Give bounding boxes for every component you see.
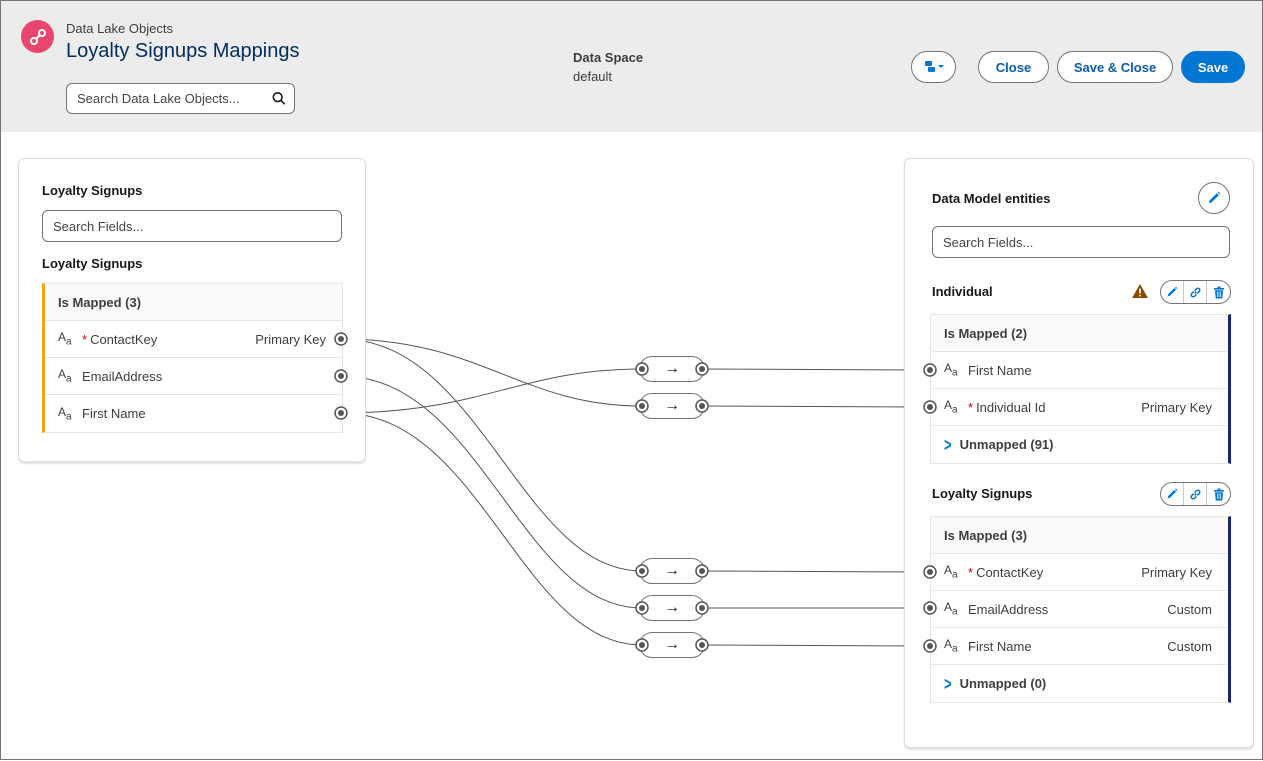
pencil-icon <box>1167 488 1178 499</box>
edit-entity-button[interactable] <box>1161 281 1184 303</box>
text-type-icon: Aa <box>944 398 958 416</box>
unmapped-label: Unmapped (0) <box>959 676 1047 691</box>
target-panel-title: Data Model entities <box>932 191 1051 206</box>
text-type-icon: Aa <box>944 563 958 581</box>
field-name: First Name <box>968 362 1032 378</box>
target-search-input[interactable] <box>941 233 1221 251</box>
link-icon <box>1190 287 1200 297</box>
field-key-tag: Custom <box>1167 638 1212 654</box>
loyalty-signups-actions <box>1160 482 1231 506</box>
delete-entity-button[interactable] <box>1207 281 1230 303</box>
individual-unmapped-toggle[interactable]: > Unmapped (91) <box>931 426 1228 463</box>
unmapped-label: Unmapped (91) <box>959 437 1054 452</box>
pencil-icon <box>1167 286 1178 297</box>
loyalty-signups-field-list: Is Mapped (3) Aa * ContactKey Primary Ke… <box>930 516 1231 703</box>
individual-mapped-header: Is Mapped (2) <box>931 315 1228 352</box>
field-name: First Name <box>968 638 1032 654</box>
trash-icon <box>1213 488 1224 500</box>
target-panel: Data Model entities Individual Is Mapped… <box>904 158 1254 748</box>
chevron-right-icon: > <box>944 434 952 455</box>
loyalty-signups-unmapped-toggle[interactable]: > Unmapped (0) <box>931 665 1228 702</box>
field-key-tag: Primary Key <box>1141 564 1212 580</box>
individual-actions <box>1160 280 1231 304</box>
target-field-row[interactable]: Aa First Name Custom <box>931 628 1228 665</box>
text-type-icon: Aa <box>944 637 958 655</box>
target-field-row[interactable]: Aa First Name <box>931 352 1228 389</box>
trash-icon <box>1213 286 1224 298</box>
required-marker: * <box>968 399 974 415</box>
field-key-tag: Primary Key <box>1141 399 1212 415</box>
edit-entity-button[interactable] <box>1161 483 1184 505</box>
field-name: EmailAddress <box>968 601 1049 617</box>
field-name: Individual Id <box>976 399 1046 415</box>
delete-entity-button[interactable] <box>1207 483 1230 505</box>
loyalty-signups-mapped-header: Is Mapped (3) <box>931 517 1228 554</box>
pencil-icon <box>1209 191 1221 203</box>
target-search-field[interactable] <box>932 226 1230 258</box>
target-field-row[interactable]: Aa * Individual Id Primary Key <box>931 389 1228 426</box>
link-entity-button[interactable] <box>1184 483 1207 505</box>
link-icon <box>1190 489 1200 499</box>
text-type-icon: Aa <box>944 361 958 379</box>
target-field-row[interactable]: Aa EmailAddress Custom <box>931 591 1228 628</box>
text-type-icon: Aa <box>944 600 958 618</box>
entity-title-loyalty-signups: Loyalty Signups <box>932 486 1033 501</box>
entity-title-individual: Individual <box>932 284 993 299</box>
edit-entities-button[interactable] <box>1198 182 1230 214</box>
field-name: ContactKey <box>976 564 1044 580</box>
individual-field-list: Is Mapped (2) Aa First Name Aa * Individ… <box>930 314 1231 464</box>
required-marker: * <box>968 564 974 580</box>
warning-icon[interactable] <box>1131 283 1149 299</box>
target-field-row[interactable]: Aa * ContactKey Primary Key <box>931 554 1228 591</box>
link-entity-button[interactable] <box>1184 281 1207 303</box>
chevron-right-icon: > <box>944 673 952 694</box>
field-key-tag: Custom <box>1167 601 1212 617</box>
